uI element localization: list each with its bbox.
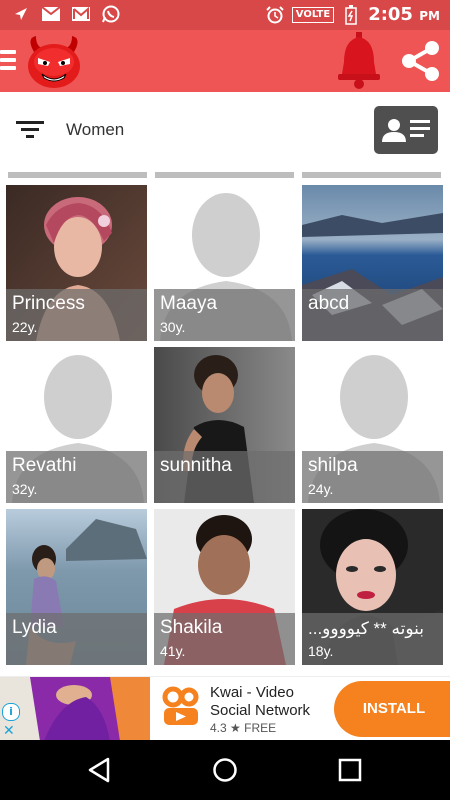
- devil-logo-icon: [24, 34, 84, 90]
- profile-name: Maaya: [160, 293, 218, 314]
- clock: 2:05 PM: [368, 4, 440, 25]
- share-icon[interactable]: [398, 39, 442, 83]
- profile-card[interactable]: Lydia: [6, 509, 147, 665]
- profile-name: ...بنوته ** كيوووو: [308, 619, 424, 638]
- profile-age: 22y.: [12, 319, 38, 335]
- recents-icon[interactable]: [336, 756, 364, 784]
- profile-card[interactable]: ...بنوته ** كيوووو 18y.: [302, 509, 443, 665]
- profile-name: sunnitha: [160, 455, 232, 476]
- whatsapp-icon: [102, 5, 120, 23]
- profile-card[interactable]: abcd: [302, 185, 443, 341]
- ad-rating: 4.3 ★ FREE: [210, 721, 277, 735]
- profile-age: 41y.: [160, 643, 186, 659]
- navigation-bar: [0, 740, 450, 800]
- profile-name: abcd: [308, 293, 350, 314]
- kwai-logo-icon: [158, 683, 204, 729]
- bell-icon[interactable]: [334, 32, 384, 90]
- app-bar: [0, 30, 450, 92]
- grid-row-partial: [302, 172, 441, 178]
- install-button[interactable]: INSTALL: [334, 681, 450, 737]
- profile-card[interactable]: Shakila 41y.: [154, 509, 295, 665]
- ad-banner[interactable]: i ✕ Kwai - Video Social Network 4.3 ★ FR…: [0, 676, 450, 741]
- profile-card[interactable]: Maaya 30y.: [154, 185, 295, 341]
- profile-name: Princess: [12, 293, 85, 314]
- profile-name: shilpa: [308, 455, 358, 476]
- filter-label[interactable]: Women: [66, 120, 124, 140]
- close-icon[interactable]: ✕: [3, 723, 15, 739]
- ad-title: Kwai - Video Social Network: [210, 684, 311, 719]
- grid-row-partial: [8, 172, 147, 178]
- volte-badge: VOLTE: [291, 6, 335, 23]
- home-icon[interactable]: [211, 756, 239, 784]
- grid-row-partial: [155, 172, 294, 178]
- hamburger-icon[interactable]: [0, 46, 18, 76]
- profile-age: 18y.: [308, 643, 334, 659]
- back-icon[interactable]: [86, 756, 114, 784]
- profile-name: Shakila: [160, 617, 223, 638]
- profile-name: Revathi: [12, 455, 77, 476]
- gmail-icon: [72, 5, 90, 23]
- profile-age: 30y.: [160, 319, 186, 335]
- filter-bar: Women: [0, 92, 450, 169]
- profile-age: 32y.: [12, 481, 38, 497]
- filter-icon[interactable]: [16, 119, 44, 141]
- profile-card[interactable]: shilpa 24y.: [302, 347, 443, 503]
- status-bar: VOLTE 2:05 PM: [0, 0, 450, 30]
- ad-image: [0, 677, 150, 741]
- profile-card[interactable]: Revathi 32y.: [6, 347, 147, 503]
- battery-icon: [342, 4, 360, 25]
- profile-grid: Princess 22y. Maaya 30y. abcd Revathi 32…: [0, 168, 450, 676]
- alarm-icon: [266, 5, 284, 24]
- profile-name: Lydia: [12, 617, 57, 638]
- profile-age: 24y.: [308, 481, 334, 497]
- navigation-icon: [12, 5, 30, 23]
- info-icon[interactable]: i: [2, 703, 20, 721]
- contact-card-icon[interactable]: [374, 106, 438, 154]
- mail-icon: [42, 5, 60, 23]
- profile-card[interactable]: sunnitha: [154, 347, 295, 503]
- profile-card[interactable]: Princess 22y.: [6, 185, 147, 341]
